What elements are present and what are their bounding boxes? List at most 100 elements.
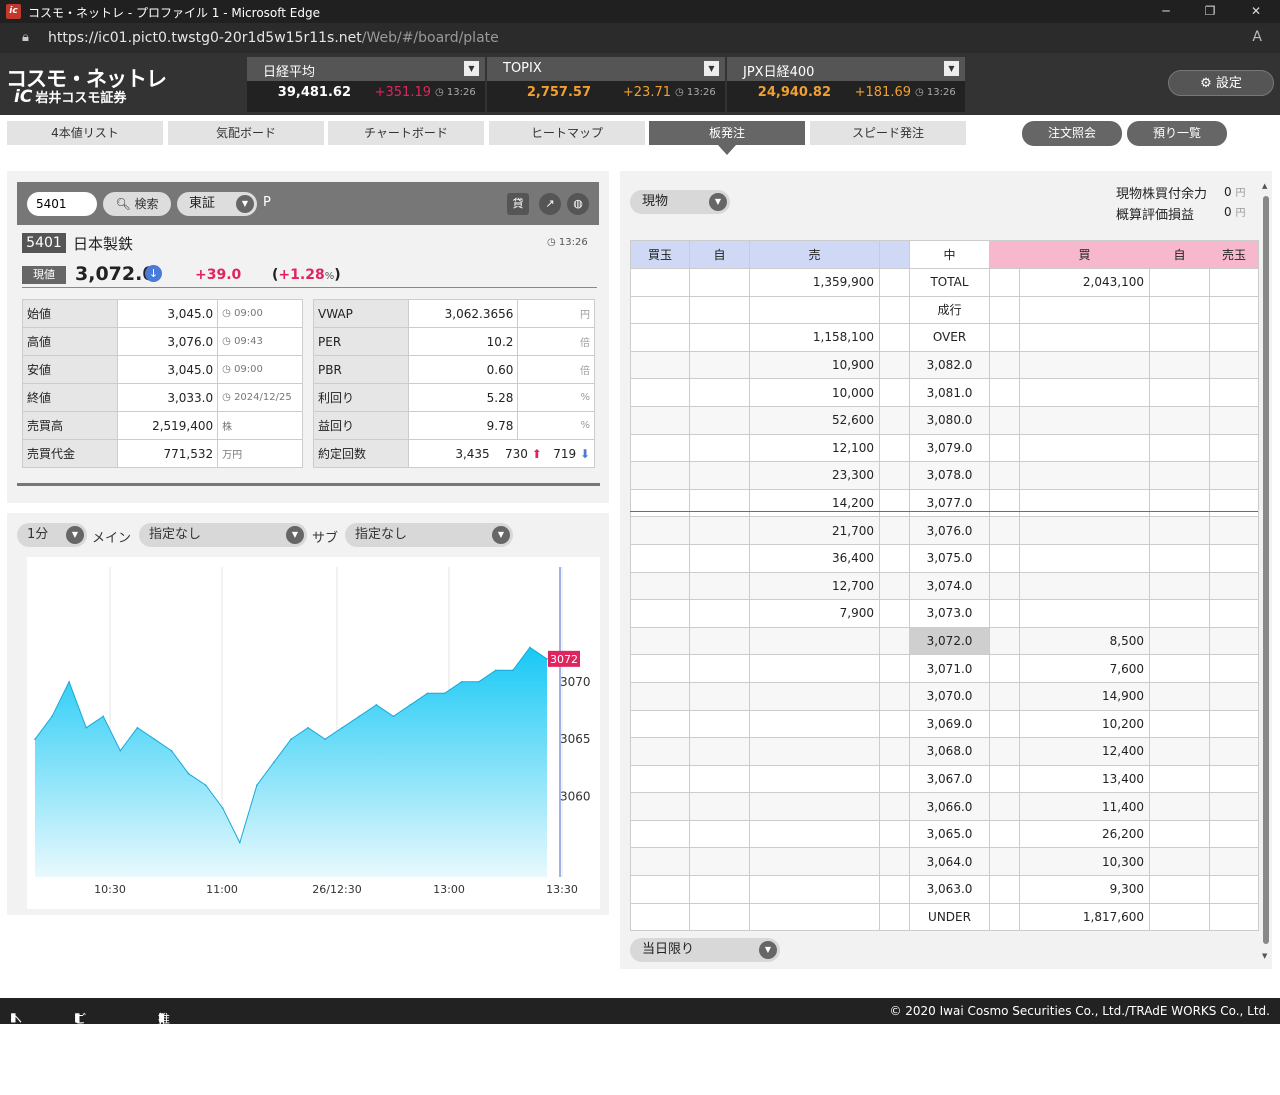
board-row[interactable]: 3,064.0 10,300 [630, 847, 1259, 877]
price-cell[interactable]: UNDER [909, 902, 990, 932]
buy-qty-cell[interactable]: 14,900 [1019, 681, 1150, 711]
buy-qty-cell[interactable] [1019, 461, 1150, 490]
board-row[interactable]: 3,070.0 14,900 [630, 681, 1259, 711]
order-period-select[interactable]: 当日限り ▼ [630, 938, 780, 962]
self-cell[interactable] [1149, 875, 1210, 904]
price-cell[interactable]: 3,076.0 [909, 516, 990, 545]
settings-button[interactable]: ⚙ 設定 [1168, 70, 1274, 96]
self-cell[interactable] [689, 626, 750, 656]
sell-qty-cell[interactable]: 1,359,900 [749, 268, 880, 297]
sell-position-cell[interactable] [1209, 737, 1259, 766]
buy-qty-cell[interactable] [1019, 599, 1150, 628]
self-cell[interactable] [1149, 709, 1210, 739]
price-cell[interactable]: 3,078.0 [909, 461, 990, 490]
board-row[interactable]: 3,072.0 8,500 [630, 626, 1259, 656]
price-cell[interactable]: 3,082.0 [909, 350, 990, 380]
buy-position-cell[interactable] [630, 378, 690, 407]
sell-qty-cell[interactable]: 12,700 [749, 571, 880, 601]
buy-position-cell[interactable] [630, 819, 690, 849]
sell-qty-cell[interactable]: 10,000 [749, 378, 880, 407]
close-icon[interactable]: ✕ [1246, 3, 1266, 19]
self-cell[interactable] [689, 875, 750, 904]
self-cell[interactable] [689, 709, 750, 739]
sell-qty-cell[interactable] [749, 654, 880, 683]
buy-position-cell[interactable] [630, 461, 690, 490]
self-cell[interactable] [689, 461, 750, 490]
chevron-down-icon[interactable]: ▼ [704, 61, 719, 76]
board-row[interactable]: 3,069.0 10,200 [630, 709, 1259, 739]
self-cell[interactable] [1149, 295, 1210, 325]
sell-position-cell[interactable] [1209, 792, 1259, 821]
self-cell[interactable] [689, 433, 750, 463]
sell-position-cell[interactable] [1209, 543, 1259, 573]
sell-position-cell[interactable] [1209, 323, 1259, 352]
account-type-select[interactable]: 現物 ▼ [630, 190, 730, 214]
sell-qty-cell[interactable] [749, 737, 880, 766]
self-cell[interactable] [1149, 847, 1210, 877]
price-cell[interactable]: 3,081.0 [909, 378, 990, 407]
buy-position-cell[interactable] [630, 433, 690, 463]
market-select[interactable]: 東証 ▼ [177, 192, 257, 216]
read-aloud-icon[interactable]: A [1252, 29, 1262, 45]
tab-speed-order[interactable]: スピード発注 [810, 121, 966, 145]
self-cell[interactable] [689, 599, 750, 628]
price-cell[interactable]: OVER [909, 323, 990, 352]
interval-select[interactable]: 1分 ▼ [17, 523, 87, 547]
sell-qty-cell[interactable] [749, 902, 880, 932]
self-cell[interactable] [689, 516, 750, 545]
order-inquiry-button[interactable]: 注文照会 [1022, 121, 1122, 146]
self-cell[interactable] [1149, 764, 1210, 794]
sell-position-cell[interactable] [1209, 488, 1259, 518]
buy-qty-cell[interactable] [1019, 350, 1150, 380]
buy-qty-cell[interactable]: 12,400 [1019, 737, 1150, 766]
price-cell[interactable]: 3,073.0 [909, 599, 990, 628]
buy-qty-cell[interactable] [1019, 323, 1150, 352]
buy-position-cell[interactable] [630, 737, 690, 766]
price-cell[interactable]: 3,065.0 [909, 819, 990, 849]
buy-position-cell[interactable] [630, 626, 690, 656]
main-indicator-select[interactable]: 指定なし ▼ [139, 523, 307, 547]
board-row[interactable]: 3,066.0 11,400 [630, 792, 1259, 821]
self-cell[interactable] [1149, 792, 1210, 821]
buy-qty-cell[interactable] [1019, 571, 1150, 601]
sell-qty-cell[interactable]: 10,900 [749, 350, 880, 380]
self-cell[interactable] [689, 681, 750, 711]
self-cell[interactable] [1149, 378, 1210, 407]
buy-position-cell[interactable] [630, 268, 690, 297]
self-cell[interactable] [1149, 654, 1210, 683]
board-row[interactable]: 23,300 3,078.0 [630, 461, 1259, 490]
self-cell[interactable] [1149, 461, 1210, 490]
buy-position-cell[interactable] [630, 350, 690, 380]
sell-qty-cell[interactable]: 7,900 [749, 599, 880, 628]
sell-qty-cell[interactable] [749, 681, 880, 711]
board-row[interactable]: 52,600 3,080.0 [630, 405, 1259, 435]
sell-qty-cell[interactable] [749, 819, 880, 849]
buy-qty-cell[interactable] [1019, 405, 1150, 435]
sell-qty-cell[interactable]: 52,600 [749, 405, 880, 435]
price-chart[interactable]: 10:30 11:00 26/12:30 13:00 13:30 3070 3065 3060… [27, 557, 600, 909]
globe-icon[interactable]: ◍ [567, 193, 589, 215]
holdings-button[interactable]: 預り一覧 [1127, 121, 1227, 146]
price-cell[interactable]: 3,063.0 [909, 875, 990, 904]
price-cell[interactable]: 3,070.0 [909, 681, 990, 711]
self-cell[interactable] [1149, 626, 1210, 656]
sell-qty-cell[interactable]: 23,300 [749, 461, 880, 490]
self-cell[interactable] [1149, 902, 1210, 932]
board-row[interactable]: 3,071.0 7,600 [630, 654, 1259, 683]
buy-position-cell[interactable] [630, 709, 690, 739]
buy-position-cell[interactable] [630, 681, 690, 711]
buy-position-cell[interactable] [630, 571, 690, 601]
address-bar[interactable]: 🔒︎ https://ic01.pict0.twstg0-20r1d5w15r1… [0, 23, 1280, 53]
self-cell[interactable] [689, 847, 750, 877]
self-cell[interactable] [1149, 543, 1210, 573]
self-cell[interactable] [689, 737, 750, 766]
buy-qty-cell[interactable]: 11,400 [1019, 792, 1150, 821]
chevron-down-icon[interactable]: ▼ [464, 61, 479, 76]
self-cell[interactable] [1149, 268, 1210, 297]
sell-position-cell[interactable] [1209, 350, 1259, 380]
buy-qty-cell[interactable]: 9,300 [1019, 875, 1150, 904]
minimize-icon[interactable]: ─ [1156, 3, 1176, 19]
price-cell[interactable]: 3,071.0 [909, 654, 990, 683]
self-cell[interactable] [689, 819, 750, 849]
buy-position-cell[interactable] [630, 875, 690, 904]
